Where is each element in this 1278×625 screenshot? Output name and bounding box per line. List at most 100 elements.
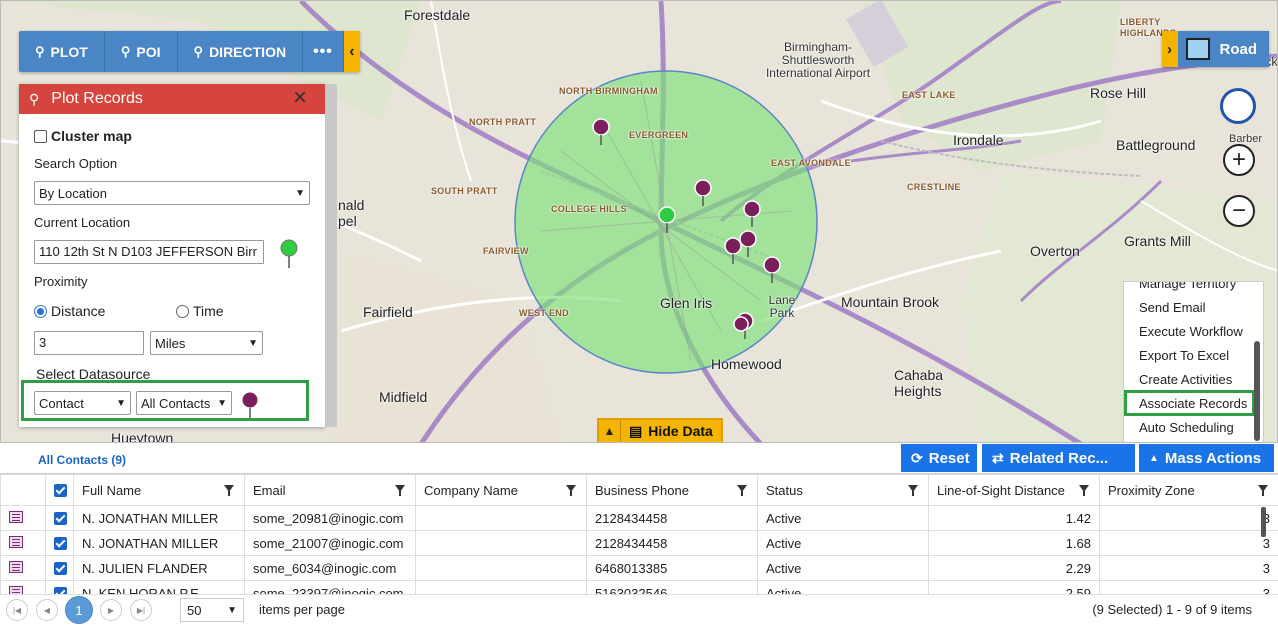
grid-header-row: Full Name Email Company Name Business Ph… (0, 474, 1278, 506)
search-option-select[interactable]: By Location ▼ (34, 181, 310, 205)
cell-phone: 2128434458 (586, 530, 758, 556)
entity-select[interactable]: Contact ▼ (34, 391, 131, 415)
proximity-label: Proximity (34, 274, 88, 289)
unit-select[interactable]: Miles ▼ (150, 331, 263, 355)
zoom-in-button[interactable]: + (1223, 144, 1255, 176)
view-select[interactable]: All Contacts ▼ (136, 391, 232, 415)
column-header-proximity-zone[interactable]: Proximity Zone (1099, 474, 1278, 506)
road-button[interactable]: Road (1177, 31, 1269, 67)
table-row[interactable]: N. KEN HORAN P.E. some_23397@inogic.com … (0, 580, 1278, 594)
row-checkbox[interactable] (54, 536, 67, 550)
hide-data-control[interactable]: ▲ ▤ Hide Data (597, 418, 723, 442)
tab-all-contacts[interactable]: All Contacts (9) (38, 453, 126, 467)
chevron-up-icon[interactable]: ▲ (599, 420, 621, 442)
record-pin (724, 237, 742, 264)
cluster-map-checkbox[interactable] (34, 130, 47, 143)
cluster-map-option[interactable]: Cluster map (34, 128, 132, 144)
map-toolbar: ⚲ PLOT ⚲ POI ⚲ DIRECTION ••• ‹ (19, 31, 360, 72)
table-row[interactable]: N. JONATHAN MILLER some_21007@inogic.com… (0, 530, 1278, 556)
cell-zone: 3 (1099, 530, 1278, 556)
toolbar-collapse-button[interactable]: ‹ (343, 31, 360, 72)
location-pin-icon[interactable] (278, 238, 300, 270)
more-button[interactable]: ••• (303, 31, 344, 72)
panel-scrollbar[interactable] (325, 84, 337, 427)
mass-actions-button[interactable]: ▲ Mass Actions (1139, 444, 1274, 472)
poi-button[interactable]: ⚲ POI (105, 31, 178, 72)
zoom-out-button[interactable]: − (1223, 195, 1255, 227)
header-icon-cell (0, 474, 46, 506)
column-header-company-name[interactable]: Company Name (415, 474, 587, 506)
compass-icon[interactable] (1220, 88, 1256, 124)
chevron-down-icon: ▼ (217, 397, 227, 409)
cell-zone: 3 (1099, 580, 1278, 594)
current-page-button[interactable]: 1 (65, 596, 93, 624)
close-icon[interactable]: × (293, 85, 307, 111)
page-size-select[interactable]: 50 ▼ (180, 598, 244, 622)
filter-icon[interactable] (566, 485, 576, 496)
records-grid: Full Name Email Company Name Business Ph… (0, 473, 1278, 594)
chevron-right-icon[interactable]: › (1161, 31, 1178, 67)
map-type-control[interactable]: › Road (1161, 31, 1269, 67)
plot-panel-title: Plot Records (51, 90, 143, 107)
menu-item-execute-workflow[interactable]: Execute Workflow (1139, 324, 1243, 339)
menu-item-create-activities[interactable]: Create Activities (1139, 372, 1232, 387)
direction-icon: ⚲ (193, 43, 204, 59)
distance-input[interactable]: 3 (34, 331, 144, 355)
filter-icon[interactable] (1258, 485, 1268, 496)
map-canvas[interactable]: Forestdale Birmingham-Shuttlesworth Inte… (0, 0, 1278, 443)
row-checkbox[interactable] (54, 586, 67, 594)
menu-scrollbar[interactable] (1254, 341, 1260, 441)
table-row[interactable]: N. JULIEN FLANDER some_6034@inogic.com 6… (0, 555, 1278, 581)
menu-item-export-to-excel[interactable]: Export To Excel (1139, 348, 1229, 363)
header-select-all[interactable] (45, 474, 74, 506)
distance-radio[interactable] (34, 305, 47, 318)
chevron-down-icon: ▼ (116, 397, 126, 409)
prev-page-button[interactable]: ◀ (36, 599, 58, 621)
row-checkbox[interactable] (54, 561, 67, 575)
related-records-button[interactable]: ⇄ Related Rec... (982, 444, 1135, 472)
record-detail-icon[interactable] (9, 535, 23, 548)
direction-button[interactable]: ⚲ DIRECTION (178, 31, 304, 72)
next-page-button[interactable]: ▶ (100, 599, 122, 621)
filter-icon[interactable] (395, 485, 405, 496)
plot-button[interactable]: ⚲ PLOT (19, 31, 105, 72)
pin-color-icon[interactable] (240, 390, 260, 420)
time-radio[interactable] (176, 305, 189, 318)
menu-item-send-email[interactable]: Send Email (1139, 300, 1205, 315)
hide-data-button[interactable]: ▤ Hide Data (621, 420, 721, 442)
cell-company (415, 505, 587, 531)
grid-scrollbar[interactable] (1261, 507, 1266, 537)
menu-item-manage-territory[interactable]: Manage Territory (1139, 282, 1236, 291)
column-header-email[interactable]: Email (244, 474, 416, 506)
record-detail-icon[interactable] (9, 510, 23, 523)
column-header-full-name[interactable]: Full Name (73, 474, 245, 506)
column-header-line-of-sight-distance[interactable]: Line-of-Sight Distance (928, 474, 1100, 506)
cell-status: Active (757, 505, 929, 531)
last-page-button[interactable]: ▶| (130, 599, 152, 621)
filter-icon[interactable] (224, 485, 234, 496)
first-page-button[interactable]: |◀ (6, 599, 28, 621)
swap-icon: ⇄ (992, 449, 1004, 466)
cell-company (415, 555, 587, 581)
cell-full-name: N. KEN HORAN P.E. (73, 580, 245, 594)
cell-status: Active (757, 530, 929, 556)
filter-icon[interactable] (737, 485, 747, 496)
poi-icon: ⚲ (120, 43, 131, 59)
distance-option[interactable]: Distance (34, 303, 105, 319)
filter-icon[interactable] (1079, 485, 1089, 496)
filter-icon[interactable] (908, 485, 918, 496)
time-option[interactable]: Time (176, 303, 224, 319)
record-pin (763, 256, 781, 283)
select-all-checkbox[interactable] (54, 483, 67, 497)
record-detail-icon[interactable] (9, 560, 23, 573)
reset-button[interactable]: ⟳ Reset (901, 444, 977, 472)
column-header-business-phone[interactable]: Business Phone (586, 474, 758, 506)
column-header-status[interactable]: Status (757, 474, 929, 506)
current-location-label: Current Location (34, 215, 131, 230)
record-detail-icon[interactable] (9, 585, 23, 594)
row-checkbox[interactable] (54, 511, 67, 525)
current-location-input[interactable]: 110 12th St N D103 JEFFERSON Birr (34, 240, 264, 264)
menu-item-auto-scheduling[interactable]: Auto Scheduling (1139, 420, 1234, 435)
grid-toolbar: All Contacts (9) ⟳ Reset ⇄ Related Rec... … (0, 443, 1278, 473)
table-row[interactable]: N. JONATHAN MILLER some_20981@inogic.com… (0, 505, 1278, 531)
